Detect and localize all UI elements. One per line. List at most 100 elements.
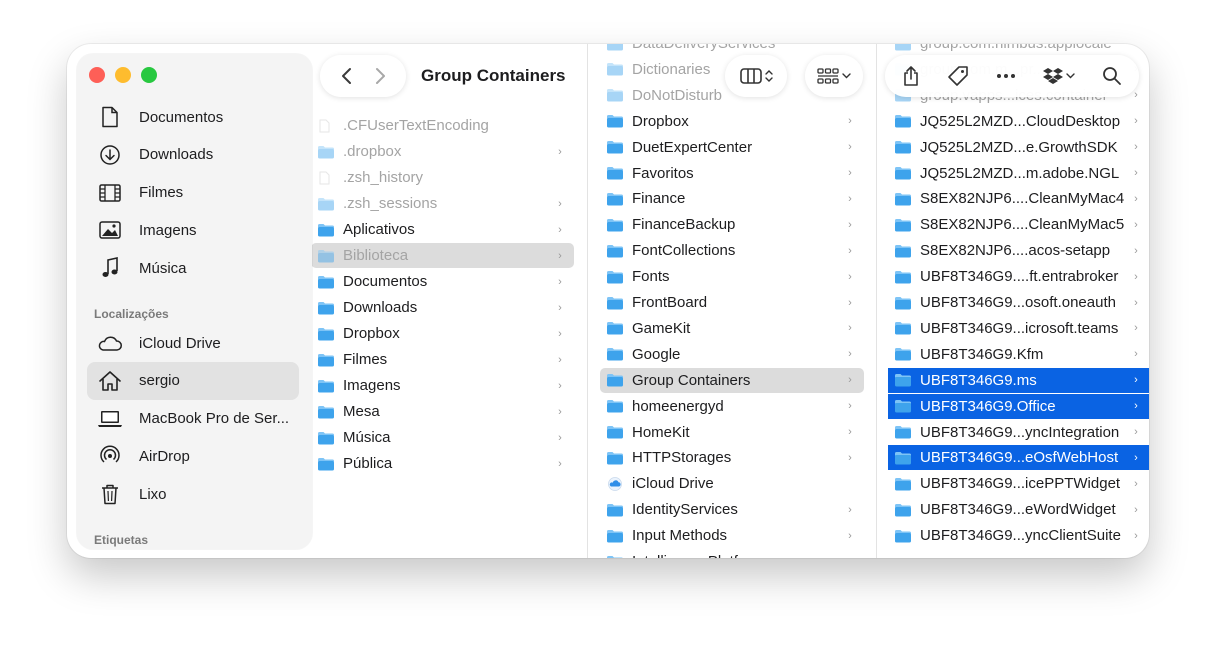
file-name: UBF8T346G9...yncClientSuite bbox=[920, 527, 1121, 545]
file-row[interactable]: Filmes › bbox=[311, 347, 574, 372]
file-row[interactable]: FontCollections › bbox=[600, 238, 864, 263]
file-name: .zsh_sessions bbox=[343, 195, 438, 212]
file-row[interactable]: JQ525L2MZD...CloudDesktop › bbox=[888, 109, 1149, 134]
file-row[interactable]: .CFUserTextEncoding bbox=[311, 113, 574, 138]
file-row[interactable]: .zsh_history bbox=[311, 165, 574, 190]
file-row[interactable]: .zsh_sessions › bbox=[311, 191, 574, 216]
file-row[interactable]: UBF8T346G9...eOsfWebHost › bbox=[888, 445, 1149, 471]
group-button[interactable] bbox=[805, 55, 863, 97]
file-row[interactable]: FinanceBackup › bbox=[600, 212, 864, 237]
file-row[interactable]: UBF8T346G9....ft.entrabroker › bbox=[888, 264, 1149, 289]
sidebar-item-image[interactable]: Imagens bbox=[87, 211, 299, 249]
file-row[interactable]: S8EX82NJP6....acos-setapp › bbox=[888, 238, 1149, 263]
file-row[interactable]: Fonts › bbox=[600, 264, 864, 289]
folder-icon bbox=[606, 62, 624, 76]
chevron-right-icon: › bbox=[558, 353, 562, 366]
file-name: UBF8T346G9.ms bbox=[920, 371, 1037, 389]
file-row[interactable]: UBF8T346G9...icePPTWidget › bbox=[888, 471, 1149, 496]
file-row[interactable]: Input Methods › bbox=[600, 523, 864, 548]
back-button[interactable] bbox=[340, 67, 354, 85]
sidebar-item-film[interactable]: Filmes bbox=[87, 174, 299, 212]
sidebar-item-download[interactable]: Downloads bbox=[87, 136, 299, 174]
file-row[interactable]: UBF8T346G9...icrosoft.teams › bbox=[888, 316, 1149, 341]
view-mode-button[interactable] bbox=[725, 55, 787, 97]
file-row[interactable]: Downloads › bbox=[311, 295, 574, 320]
file-name: Fonts bbox=[632, 268, 670, 286]
sidebar-item-document[interactable]: Documentos bbox=[87, 98, 299, 136]
folder-icon bbox=[317, 145, 335, 159]
file-name: iCloud Drive bbox=[632, 475, 714, 493]
window-title: Group Containers bbox=[421, 66, 566, 85]
file-row[interactable]: UBF8T346G9.Office › bbox=[888, 393, 1149, 419]
zoom-button[interactable] bbox=[141, 67, 157, 83]
file-name: Aplicativos bbox=[343, 221, 415, 238]
folder-icon bbox=[894, 114, 912, 128]
file-row[interactable]: UBF8T346G9.ms › bbox=[888, 367, 1149, 393]
file-row[interactable]: S8EX82NJP6....CleanMyMac4 › bbox=[888, 186, 1149, 211]
file-row[interactable]: HomeKit › bbox=[600, 420, 864, 445]
tag-icon bbox=[948, 66, 968, 86]
folder-icon bbox=[606, 555, 624, 558]
folder-icon bbox=[317, 275, 335, 289]
close-button[interactable] bbox=[89, 67, 105, 83]
chevron-right-icon: › bbox=[848, 503, 852, 516]
file-row[interactable]: Imagens › bbox=[311, 373, 574, 398]
sidebar-item-airdrop[interactable]: AirDrop bbox=[87, 437, 299, 475]
file-row[interactable]: JQ525L2MZD...e.GrowthSDK › bbox=[888, 135, 1149, 160]
file-name: Mesa bbox=[343, 403, 380, 420]
folder-icon bbox=[317, 379, 335, 393]
file-row[interactable]: DuetExpertCenter › bbox=[600, 135, 864, 160]
file-row[interactable]: Finance › bbox=[600, 186, 864, 211]
file-row[interactable]: FrontBoard › bbox=[600, 290, 864, 315]
file-row[interactable]: Documentos › bbox=[311, 269, 574, 294]
file-row[interactable]: IntelligencePlatform› bbox=[600, 549, 864, 558]
file-row[interactable]: GameKit › bbox=[600, 316, 864, 341]
file-name: Dropbox bbox=[343, 325, 400, 342]
file-name: JQ525L2MZD...CloudDesktop bbox=[920, 112, 1121, 130]
file-row[interactable]: JQ525L2MZD...m.adobe.NGL › bbox=[888, 161, 1149, 186]
file-row[interactable]: Google › bbox=[600, 342, 864, 367]
folder-icon bbox=[606, 270, 624, 284]
sidebar-item-laptop[interactable]: MacBook Pro de Ser... bbox=[87, 400, 299, 438]
file-row[interactable]: Mesa › bbox=[311, 399, 574, 424]
sidebar-item-home[interactable]: sergio bbox=[87, 361, 299, 400]
file-row[interactable]: UBF8T346G9...yncClientSuite › bbox=[888, 523, 1149, 548]
file-name: Filmes bbox=[343, 351, 388, 368]
share-button[interactable] bbox=[902, 65, 920, 87]
file-row[interactable]: .dropbox › bbox=[311, 139, 574, 164]
file-row[interactable]: homeenergyd › bbox=[600, 394, 864, 419]
forward-button[interactable] bbox=[373, 67, 387, 85]
file-row[interactable]: Música › bbox=[311, 425, 574, 450]
chevron-right-icon: › bbox=[558, 431, 562, 444]
more-button[interactable] bbox=[996, 73, 1016, 79]
cloud-icon bbox=[97, 334, 123, 352]
chevron-right-icon: › bbox=[1134, 141, 1138, 154]
file-row[interactable]: HTTPStorages › bbox=[600, 445, 864, 470]
chevron-right-icon: › bbox=[848, 348, 852, 361]
file-row[interactable]: Dropbox › bbox=[311, 321, 574, 346]
file-row[interactable]: Group Containers › bbox=[600, 367, 864, 393]
file-row[interactable]: Pública › bbox=[311, 451, 574, 476]
file-row[interactable]: Aplicativos › bbox=[311, 217, 574, 242]
file-row[interactable]: Dropbox › bbox=[600, 109, 864, 134]
sidebar-item-music[interactable]: Música bbox=[87, 249, 299, 287]
dropbox-button[interactable] bbox=[1042, 67, 1075, 85]
folder-icon bbox=[894, 166, 912, 180]
folder-icon bbox=[894, 296, 912, 310]
sidebar-item-trash[interactable]: Lixo bbox=[87, 475, 299, 513]
file-row[interactable]: UBF8T346G9...yncIntegration › bbox=[888, 420, 1149, 445]
file-row[interactable]: IdentityServices › bbox=[600, 497, 864, 522]
sidebar-item-cloud[interactable]: iCloud Drive bbox=[87, 324, 299, 362]
file-row[interactable]: S8EX82NJP6....CleanMyMac5 › bbox=[888, 212, 1149, 237]
file-row[interactable]: Biblioteca › bbox=[311, 243, 574, 268]
search-button[interactable] bbox=[1102, 66, 1122, 86]
file-row[interactable]: UBF8T346G9...eWordWidget › bbox=[888, 497, 1149, 522]
file-row[interactable]: iCloud Drive bbox=[600, 471, 864, 496]
file-row[interactable]: UBF8T346G9.Kfm › bbox=[888, 342, 1149, 367]
column-view-icon bbox=[739, 68, 762, 84]
chevron-right-icon: › bbox=[1134, 503, 1138, 516]
file-row[interactable]: UBF8T346G9...osoft.oneauth › bbox=[888, 290, 1149, 315]
minimize-button[interactable] bbox=[115, 67, 131, 83]
file-row[interactable]: Favoritos › bbox=[600, 161, 864, 186]
tag-button[interactable] bbox=[947, 65, 969, 87]
